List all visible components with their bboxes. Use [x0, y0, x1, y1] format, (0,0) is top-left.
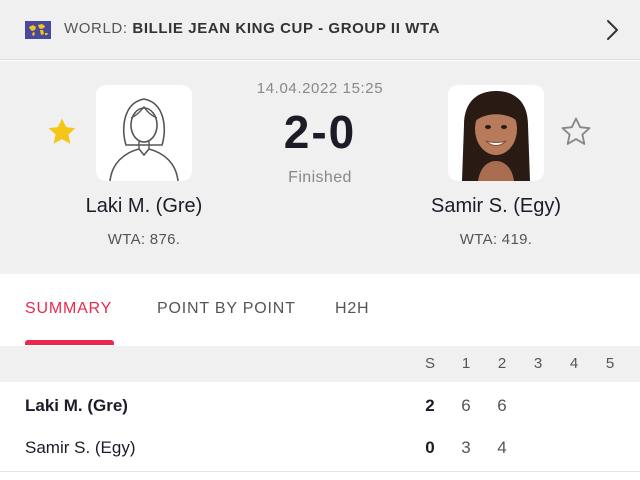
- away-player-avatar[interactable]: [448, 85, 544, 181]
- female-silhouette-icon: [109, 98, 179, 181]
- column-header-set-2: 2: [497, 355, 507, 372]
- active-tab-indicator: [25, 340, 114, 345]
- row-sets-won: 2: [425, 396, 435, 415]
- competition-name: BILLIE JEAN KING CUP - GROUP II WTA: [132, 20, 441, 37]
- row-set-2-games: 6: [497, 396, 507, 415]
- star-filled-icon[interactable]: [45, 115, 79, 149]
- tab-point-by-point[interactable]: POINT BY POINT: [157, 300, 296, 318]
- world-flag-icon: [25, 21, 51, 39]
- tab-summary[interactable]: SUMMARY: [25, 300, 112, 318]
- match-score: 2-0: [283, 106, 357, 158]
- competition-title: WORLD: BILLIE JEAN KING CUP - GROUP II W…: [64, 20, 440, 37]
- column-header-set-3: 3: [533, 355, 543, 372]
- row-player-name: Laki M. (Gre): [25, 396, 128, 415]
- match-datetime: 14.04.2022 15:25: [256, 80, 384, 97]
- row-player-name: Samir S. (Egy): [25, 438, 136, 457]
- table-row: Samir S. (Egy) 0 3 4: [0, 426, 640, 472]
- competition-header[interactable]: WORLD: BILLIE JEAN KING CUP - GROUP II W…: [0, 0, 640, 60]
- home-player-name[interactable]: Laki M. (Gre): [44, 195, 244, 218]
- tab-bar: SUMMARY POINT BY POINT H2H: [0, 274, 640, 346]
- region-prefix: WORLD:: [64, 20, 128, 37]
- column-header-set-5: 5: [605, 355, 615, 372]
- home-player-avatar[interactable]: [96, 85, 192, 181]
- column-header-sets: S: [424, 355, 435, 372]
- chevron-right-icon[interactable]: [604, 18, 620, 42]
- away-player-name[interactable]: Samir S. (Egy): [396, 195, 596, 218]
- score-table-header: S 1 2 3 4 5: [0, 346, 640, 382]
- match-overview: 14.04.2022 15:25 2-0 Finished Laki M. (G…: [0, 61, 640, 274]
- row-set-1-games: 6: [461, 396, 471, 415]
- row-set-2-games: 4: [497, 438, 507, 457]
- column-header-set-1: 1: [461, 355, 471, 372]
- row-sets-won: 0: [425, 438, 435, 457]
- player-photo: [448, 85, 544, 181]
- match-status: Finished: [288, 169, 352, 186]
- home-player-rank: WTA: 876.: [107, 231, 181, 248]
- row-set-1-games: 3: [461, 438, 471, 457]
- tab-h2h[interactable]: H2H: [335, 300, 369, 318]
- star-outline-icon[interactable]: [559, 115, 593, 149]
- column-header-set-4: 4: [569, 355, 579, 372]
- table-row: Laki M. (Gre) 2 6 6: [0, 384, 640, 426]
- away-player-rank: WTA: 419.: [459, 231, 533, 248]
